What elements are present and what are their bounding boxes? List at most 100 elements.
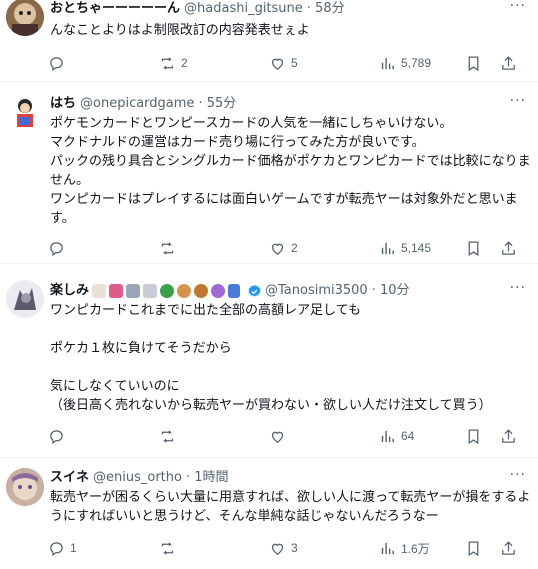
display-name[interactable]: はち [50,95,76,113]
reply-icon [50,541,63,556]
views-icon [381,542,394,554]
avatar[interactable] [6,468,44,506]
reply-button[interactable] [48,238,70,258]
tweet[interactable]: はち @onepicardgame · 55分 ··· ポケモンカードとワンピー… [0,82,538,264]
repost-button[interactable] [159,538,181,558]
bookmark-icon [468,55,479,71]
share-icon [502,240,515,255]
tweet-header: はち @onepicardgame · 55分 [50,95,526,113]
clover-emoji-icon [160,284,175,298]
user-handle[interactable]: @enius_ortho [93,469,182,487]
view-count: 64 [401,429,415,443]
more-options-icon[interactable]: ··· [510,0,526,14]
tweet-header: 楽しみ @Tanosimi3500 · 10分 [50,282,526,300]
tweet[interactable]: おとちゃーーーーーん @hadashi_gitsune · 58分 ··· んな… [0,0,538,82]
emoji-icon [92,284,107,298]
reply-button[interactable] [48,53,70,73]
dog-emoji-icon [177,284,192,298]
bookmark-button[interactable] [465,238,482,258]
view-count: 5,145 [401,241,432,255]
avatar[interactable] [6,280,44,318]
emoji-icon [143,284,158,298]
heart-icon [271,58,284,70]
action-bar: 2 5 5,789 [48,53,538,73]
avatar-image [6,280,44,318]
avatar[interactable] [6,94,44,132]
like-button[interactable]: 3 [269,538,298,558]
reply-icon [50,56,63,71]
more-options-icon[interactable]: ··· [510,467,526,483]
share-icon [502,540,515,555]
reply-icon [50,429,63,444]
bookmark-button[interactable] [465,53,482,73]
purple-heart-emoji-icon [211,284,226,298]
views-button[interactable]: 5,789 [379,53,431,73]
repost-count: 2 [181,56,188,70]
bookmark-icon [468,240,479,256]
avatar-image [6,0,44,36]
repost-icon [161,56,174,70]
views-icon [381,430,394,442]
share-button[interactable] [500,426,517,446]
display-name[interactable]: スイネ [50,469,89,487]
timestamp[interactable]: · 10分 [372,282,410,300]
like-count: 2 [291,241,298,255]
reply-count: 1 [70,541,77,555]
like-button[interactable]: 5 [269,53,298,73]
tweet-text: ワンピカードこれまでに出た全部の高額レア足しても ポケカ１枚に負けてそうだから … [50,303,492,413]
action-bar: 2 5,145 [48,238,538,258]
tweet-header: おとちゃーーーーーん @hadashi_gitsune · 58分 [50,0,526,18]
share-icon [502,55,515,70]
bookmark-icon [468,540,479,556]
tweet-text: ポケモンカードとワンピースカードの人気を一緒にしちゃいけない。 マクドナルドの運… [50,116,531,226]
share-icon [502,428,515,443]
action-bar: 1 3 1.6万 [48,538,538,558]
views-button[interactable]: 5,145 [379,238,431,258]
tweet-text: 転売ヤーが困るくらい大量に用意すれば、欲しい人に渡って転売ヤーが損をするようにす… [50,490,531,524]
action-bar: 64 [48,426,538,446]
more-options-icon[interactable]: ··· [510,93,526,109]
timestamp[interactable]: · 55分 [198,95,236,113]
repost-button[interactable] [159,426,181,446]
reply-button[interactable] [48,426,70,446]
views-icon [381,242,394,254]
bookmark-button[interactable] [465,426,482,446]
share-button[interactable] [500,538,517,558]
display-name[interactable]: おとちゃーーーーーん [50,0,180,18]
views-button[interactable]: 1.6万 [379,538,430,558]
timestamp[interactable]: · 1時間 [186,469,229,487]
user-handle[interactable]: @onepicardgame [80,95,194,113]
repost-button[interactable] [159,238,181,258]
like-count: 5 [291,56,298,70]
tweet[interactable]: 楽しみ @Tanosimi3500 · 10分 ··· ワンピカードこれまでに出… [0,264,538,458]
pretzel-emoji-icon [194,284,209,298]
more-options-icon[interactable]: ··· [510,280,526,296]
reply-icon [50,241,63,256]
views-button[interactable]: 64 [379,426,414,446]
verified-badge-icon [248,284,261,297]
tweet-text: んなことよりはよ制限改訂の内容発表せぇよ [50,23,310,38]
views-icon [381,57,394,69]
reply-button[interactable]: 1 [48,538,77,558]
name-emoji-row [92,284,243,298]
tweet-header: スイネ @enius_ortho · 1時間 [50,469,526,487]
like-count: 3 [291,541,298,555]
user-handle[interactable]: @Tanosimi3500 [265,282,368,300]
display-name[interactable]: 楽しみ [50,282,89,300]
heart-icon [271,543,284,555]
share-button[interactable] [500,53,517,73]
bookmark-icon [468,428,479,444]
share-button[interactable] [500,238,517,258]
repost-icon [161,241,174,255]
tweet[interactable]: スイネ @enius_ortho · 1時間 ··· 転売ヤーが困るくらい大量に… [0,458,538,569]
view-count: 1.6万 [401,541,430,556]
repost-button[interactable]: 2 [159,53,188,73]
emoji-icon [109,284,124,298]
user-handle[interactable]: @hadashi_gitsune [184,0,303,18]
timestamp[interactable]: · 58分 [307,0,345,18]
like-button[interactable] [269,426,291,446]
view-count: 5,789 [401,56,432,70]
bookmark-button[interactable] [465,538,482,558]
like-button[interactable]: 2 [269,238,298,258]
avatar[interactable] [6,0,44,36]
